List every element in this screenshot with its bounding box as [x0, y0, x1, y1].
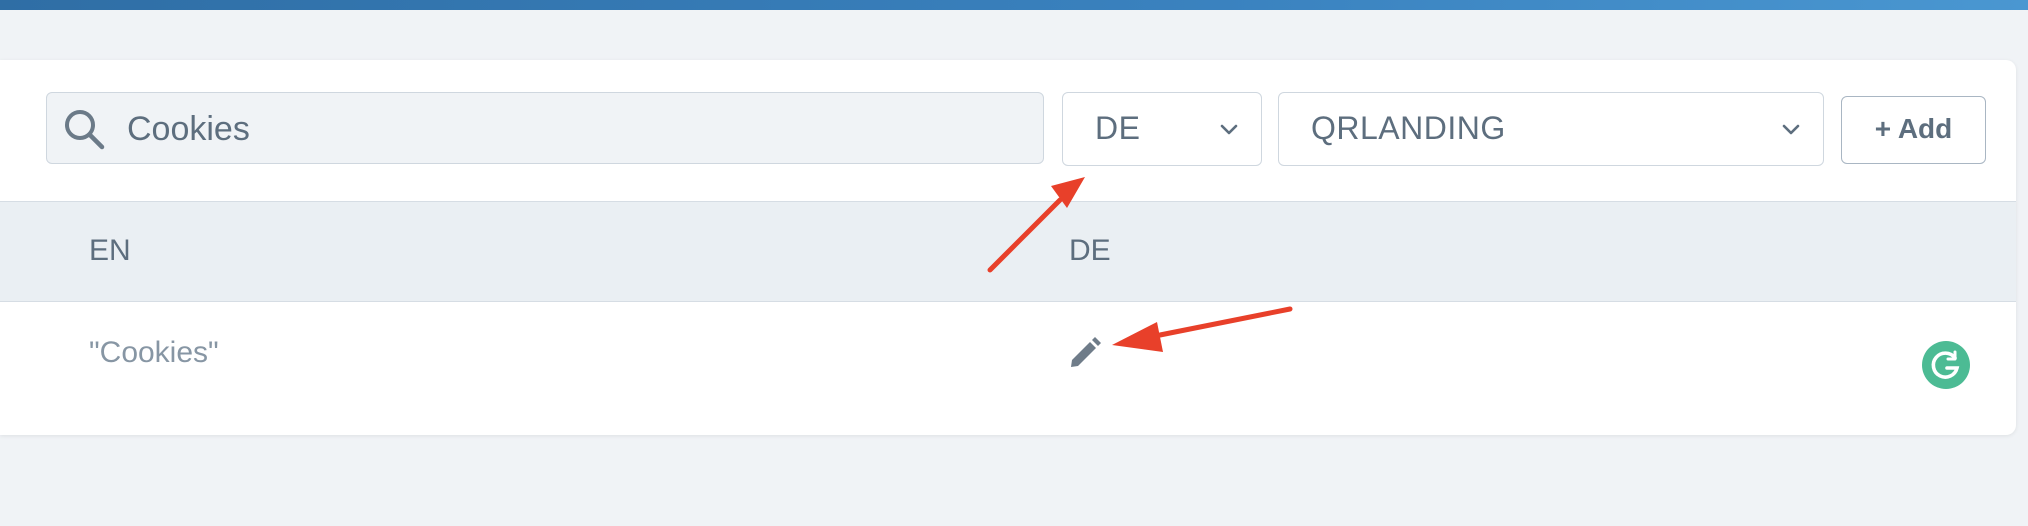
search-input[interactable]: Cookies	[127, 93, 250, 165]
grammarly-g-icon	[1931, 350, 1960, 379]
table-row: "Cookies"	[0, 302, 2016, 435]
search-field[interactable]: Cookies	[46, 92, 1044, 164]
cell-en-value: "Cookies"	[89, 336, 219, 369]
pencil-icon[interactable]	[1068, 336, 1102, 370]
grammarly-badge[interactable]	[1922, 341, 1970, 389]
column-header-en: EN	[89, 234, 131, 267]
search-icon	[65, 110, 105, 150]
language-select-value: DE	[1095, 110, 1141, 146]
chevron-down-icon	[1220, 124, 1238, 135]
project-select-value: QRLANDING	[1311, 110, 1506, 146]
chevron-down-icon	[1782, 124, 1800, 135]
translation-card: Cookies DE QRLANDING + Add EN DE "Cookie…	[0, 60, 2016, 435]
language-select[interactable]: DE	[1062, 92, 1262, 166]
project-select[interactable]: QRLANDING	[1278, 92, 1824, 166]
table-header: EN DE	[0, 201, 2016, 302]
column-header-de: DE	[1069, 234, 1111, 267]
add-button[interactable]: + Add	[1841, 96, 1986, 164]
top-accent-bar	[0, 0, 2028, 10]
